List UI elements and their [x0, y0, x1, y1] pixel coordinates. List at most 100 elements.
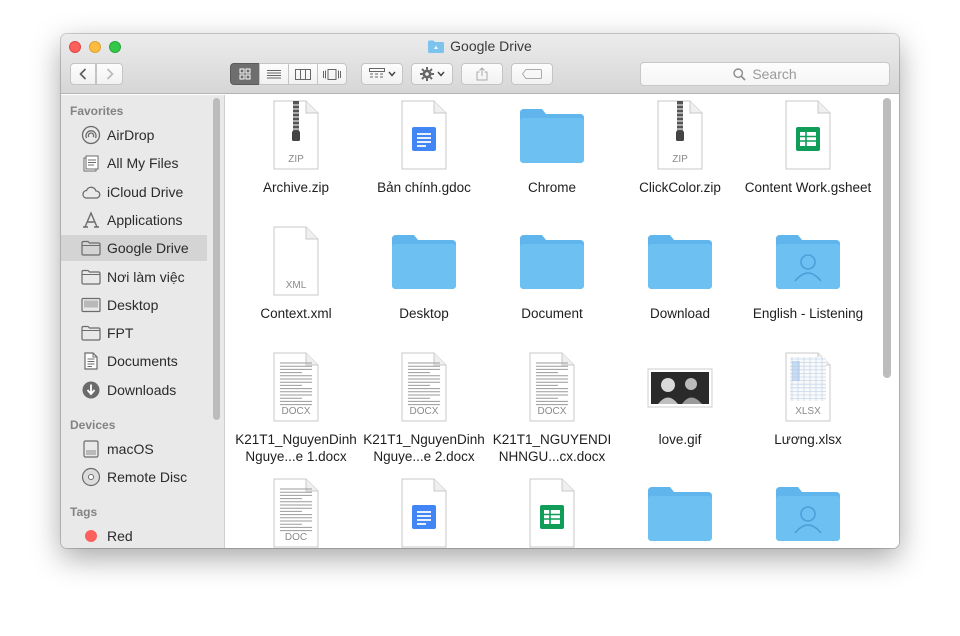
- file-item[interactable]: [744, 477, 872, 548]
- doc-file-icon: DOC: [260, 477, 332, 548]
- sidebar-item-icloud-drive[interactable]: iCloud Drive: [61, 179, 207, 205]
- file-item[interactable]: Desktop: [360, 225, 488, 322]
- file-name: K21T1_NguyenDinhNguye...e 2.docx: [363, 432, 485, 464]
- cloud-icon: [80, 182, 102, 202]
- xml-file-icon: XML: [260, 225, 332, 297]
- file-item[interactable]: XML Context.xml: [232, 225, 360, 322]
- share-button[interactable]: [461, 63, 503, 85]
- file-item[interactable]: love.gif: [616, 351, 744, 448]
- sidebar-item-label: Red: [107, 528, 133, 544]
- sidebar-section-devices: Devices: [70, 418, 116, 432]
- file-name: English - Listening: [752, 306, 864, 321]
- list-view-button[interactable]: [259, 63, 289, 85]
- sidebar-scrollbar[interactable]: [213, 98, 220, 420]
- svg-text:DOCX: DOCX: [538, 406, 567, 417]
- sidebar-item-n-i-l-m-vi-c[interactable]: Nơi làm việc: [61, 264, 207, 290]
- svg-text:XML: XML: [286, 280, 307, 291]
- docx-file-icon: DOCX: [516, 351, 588, 423]
- share-icon: [476, 67, 488, 81]
- hard-drive-icon: [80, 439, 102, 459]
- file-item[interactable]: Chrome: [488, 99, 616, 196]
- xlsx-file-icon: XLSX: [772, 351, 844, 423]
- sidebar-item-red[interactable]: Red: [61, 523, 207, 548]
- chevron-down-icon: [387, 71, 396, 77]
- window-title-area: Google Drive: [61, 38, 899, 56]
- sidebar-item-all-my-files[interactable]: All My Files: [61, 150, 207, 176]
- file-name: K21T1_NguyenDinhNguye...e 1.docx: [235, 432, 357, 464]
- sidebar-item-label: All My Files: [107, 155, 179, 172]
- sidebar-item-downloads[interactable]: Downloads: [61, 377, 207, 403]
- tag-color-dot-icon: [85, 530, 97, 542]
- sidebar-section-tags: Tags: [70, 505, 98, 519]
- sidebar-item-remote-disc[interactable]: Remote Disc: [61, 464, 207, 490]
- folder-icon: [516, 99, 588, 171]
- downloads-icon: [80, 380, 102, 400]
- file-name: ClickColor.zip: [639, 180, 721, 195]
- arrange-button[interactable]: [361, 63, 403, 85]
- cover-flow-button[interactable]: [317, 63, 347, 85]
- file-name: Lương.xlsx: [774, 432, 842, 447]
- airdrop-icon: [80, 125, 102, 145]
- file-grid: ZIP Archive.zip Bản chính.gdoc Chrome ZIP Cli…: [226, 95, 899, 548]
- back-button[interactable]: [70, 63, 96, 85]
- gsheet-file-icon: [516, 477, 588, 548]
- column-view-button[interactable]: [288, 63, 318, 85]
- action-button[interactable]: [411, 63, 453, 85]
- edit-tags-button[interactable]: [511, 63, 553, 85]
- file-item[interactable]: Content Work.gsheet: [744, 99, 872, 196]
- sidebar-item-macos[interactable]: macOS: [61, 436, 207, 462]
- file-item[interactable]: Document: [488, 225, 616, 322]
- icon-view-button[interactable]: [230, 63, 260, 85]
- content-scrollbar[interactable]: [883, 98, 891, 378]
- search-placeholder: Search: [752, 66, 797, 82]
- folder-icon: [80, 267, 102, 287]
- file-item[interactable]: Download: [616, 225, 744, 322]
- sidebar-item-desktop[interactable]: Desktop: [61, 292, 207, 318]
- sidebar: Favorites AirDrop All My Files iCloud Drive…: [61, 95, 225, 548]
- file-name: Desktop: [399, 306, 449, 321]
- columns-icon: [295, 68, 311, 80]
- docx-file-icon: DOCX: [260, 351, 332, 423]
- title-bar: Google Drive Search: [61, 34, 899, 94]
- shared-folder-icon: [772, 225, 844, 297]
- sidebar-item-documents[interactable]: Documents: [61, 348, 207, 374]
- file-item[interactable]: [616, 477, 744, 548]
- folder-icon: [80, 238, 102, 258]
- zip-file-icon: ZIP: [260, 99, 332, 171]
- cover-flow-icon: [323, 68, 341, 80]
- svg-text:ZIP: ZIP: [288, 154, 304, 165]
- search-field[interactable]: Search: [640, 62, 890, 86]
- file-item[interactable]: [488, 477, 616, 548]
- window-title: Google Drive: [450, 38, 532, 54]
- sidebar-item-label: macOS: [107, 441, 154, 457]
- sidebar-item-label: iCloud Drive: [107, 183, 184, 200]
- chevron-left-icon: [79, 68, 87, 80]
- file-item[interactable]: [360, 477, 488, 548]
- desktop-icon: [80, 295, 102, 315]
- sidebar-item-label: AirDrop: [107, 127, 155, 143]
- file-item[interactable]: Bản chính.gdoc: [360, 99, 488, 196]
- file-name: Archive.zip: [262, 180, 330, 195]
- gear-icon: [419, 67, 434, 81]
- file-item[interactable]: XLSX Lương.xlsx: [744, 351, 872, 448]
- file-item[interactable]: ZIP Archive.zip: [232, 99, 360, 196]
- sidebar-item-label: Remote Disc: [107, 469, 188, 486]
- file-item[interactable]: English - Listening: [744, 225, 872, 322]
- forward-button[interactable]: [96, 63, 123, 85]
- arrange-icon: [368, 68, 385, 78]
- all-files-icon: [80, 153, 102, 173]
- sidebar-item-airdrop[interactable]: AirDrop: [61, 122, 207, 148]
- sidebar-item-fpt[interactable]: FPT: [61, 320, 207, 346]
- shared-folder-icon: [772, 477, 844, 548]
- file-item[interactable]: DOCX K21T1_NguyenDinhNguye...e 2.docx: [360, 351, 488, 465]
- file-item[interactable]: ZIP ClickColor.zip: [616, 99, 744, 196]
- file-item[interactable]: DOC: [232, 477, 360, 548]
- sidebar-item-google-drive[interactable]: Google Drive: [61, 235, 207, 262]
- folder-icon: [388, 225, 460, 297]
- file-name: Download: [649, 306, 711, 321]
- file-item[interactable]: DOCX K21T1_NguyenDinhNguye...e 1.docx: [232, 351, 360, 465]
- applications-icon: [80, 210, 102, 230]
- file-item[interactable]: DOCX K21T1_NGUYENDINHNGU...cx.docx: [488, 351, 616, 465]
- sidebar-item-applications[interactable]: Applications: [61, 207, 207, 233]
- sidebar-item-label: FPT: [107, 325, 134, 342]
